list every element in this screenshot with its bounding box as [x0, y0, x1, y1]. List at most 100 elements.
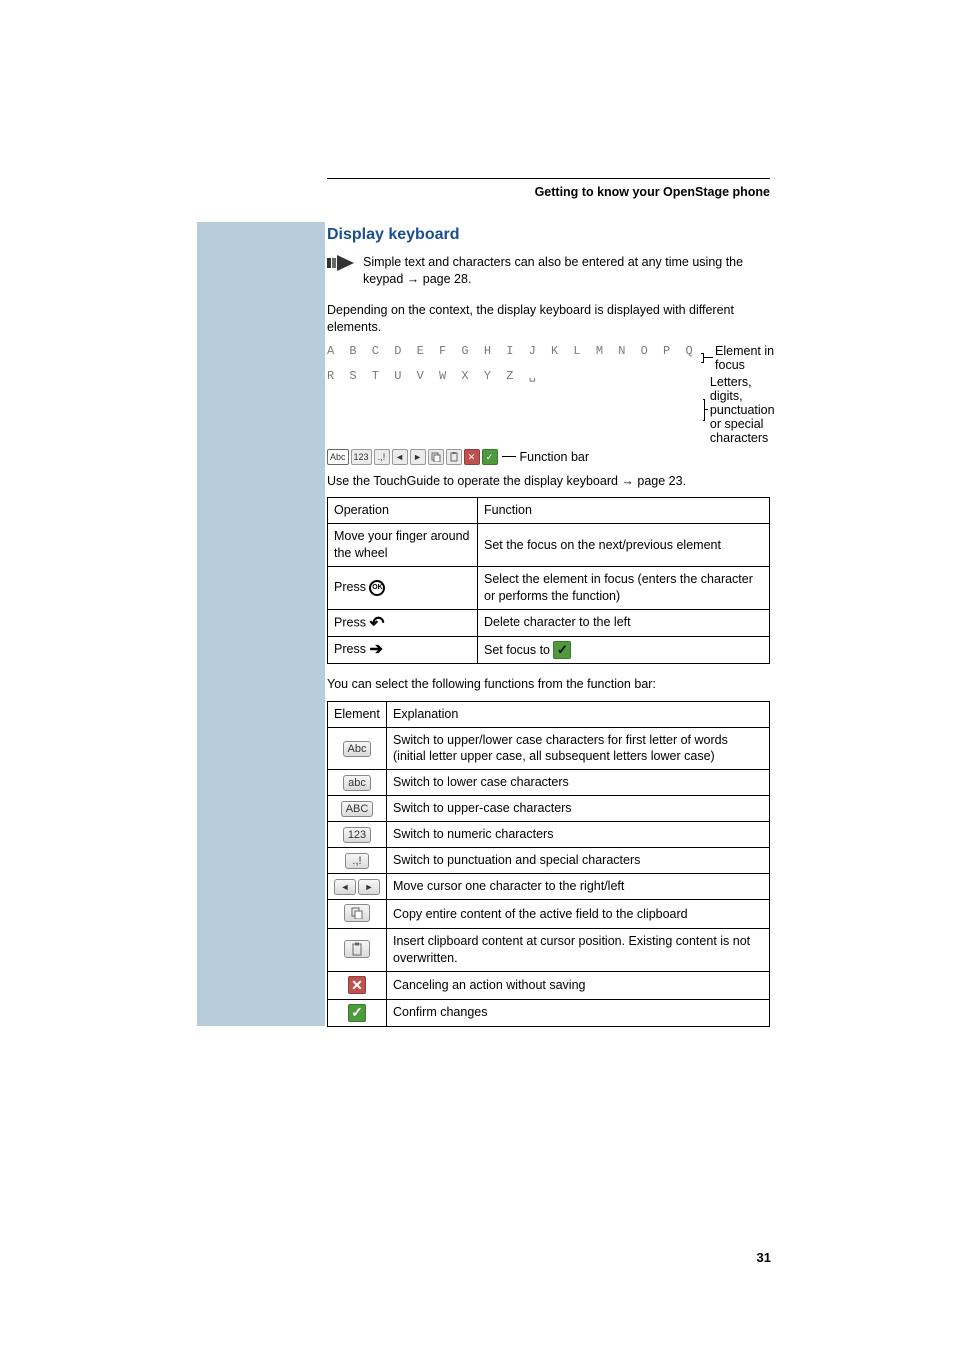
table-row: abc Switch to lower case characters: [328, 770, 770, 796]
el-copy: [328, 900, 387, 929]
ops-row3-fn: Delete character to the left: [478, 609, 770, 636]
el-123: 123: [328, 822, 387, 848]
note-xref: page 28.: [423, 272, 472, 286]
el-punct: .,!: [328, 848, 387, 874]
table-row: ABC Switch to upper-case characters: [328, 796, 770, 822]
left-accent-bar: [197, 222, 325, 1026]
elems-header-explanation: Explanation: [387, 701, 770, 727]
annotation-letters: Letters, digits, punctuation or special …: [710, 375, 785, 445]
funcbar-paste-icon: [446, 449, 462, 465]
ops-header-function: Function: [478, 498, 770, 524]
el-paste: [328, 929, 387, 972]
body-text-touchguide-b: page 23.: [637, 474, 686, 488]
el-confirm: ✓: [328, 999, 387, 1026]
key-abc-mixed-icon: Abc: [343, 741, 372, 757]
el-123-desc: Switch to numeric characters: [387, 822, 770, 848]
el-punct-desc: Switch to punctuation and special charac…: [387, 848, 770, 874]
el-abc-mixed-desc: Switch to upper/lower case characters fo…: [387, 727, 770, 770]
table-row: .,! Switch to punctuation and special ch…: [328, 848, 770, 874]
el-abc-mixed: Abc: [328, 727, 387, 770]
ops-row2-fn: Select the element in focus (enters the …: [478, 567, 770, 610]
back-arrow-icon: ↶: [369, 614, 384, 632]
body-text-touchguide: Use the TouchGuide to operate the displa…: [327, 473, 770, 490]
table-row: Element Explanation: [328, 701, 770, 727]
page-number: 31: [757, 1250, 771, 1265]
note-icon: [327, 254, 355, 277]
annotation-funcbar: Function bar: [520, 450, 589, 464]
funcbar-cancel-icon: ✕: [464, 449, 480, 465]
note-text-main: Simple text and characters can also be e…: [363, 255, 743, 286]
kb-letters-row-2: R S T U V W X Y Z ␣: [327, 368, 540, 383]
forward-arrow-icon: ➔: [369, 642, 382, 658]
ops-row1-op: Move your finger around the wheel: [328, 524, 478, 567]
note-block: Simple text and characters can also be e…: [327, 254, 770, 288]
table-row: Move your finger around the wheel Set th…: [328, 524, 770, 567]
note-text: Simple text and characters can also be e…: [363, 254, 770, 288]
table-row: Insert clipboard content at cursor posit…: [328, 929, 770, 972]
ops-row4-label: Press: [334, 642, 369, 656]
el-arrows-desc: Move cursor one character to the right/l…: [387, 874, 770, 900]
key-abc-lower-icon: abc: [343, 775, 371, 791]
table-row: Press OK Select the element in focus (en…: [328, 567, 770, 610]
key-confirm-icon: ✓: [348, 1004, 366, 1022]
table-row: 123 Switch to numeric characters: [328, 822, 770, 848]
el-abc-lower-desc: Switch to lower case characters: [387, 770, 770, 796]
key-paste-icon: [344, 940, 370, 958]
key-left-arrow-icon: ◄: [334, 879, 356, 895]
el-abc-upper-desc: Switch to upper-case characters: [387, 796, 770, 822]
funcbar-right-icon: ►: [410, 449, 426, 465]
table-row: Operation Function: [328, 498, 770, 524]
el-cancel-desc: Canceling an action without saving: [387, 972, 770, 999]
body-text-touchguide-a: Use the TouchGuide to operate the displa…: [327, 474, 621, 488]
ops-row3-label: Press: [334, 615, 369, 629]
display-keyboard-diagram: A B C D E F G H I J K L M N O P Q R S T …: [327, 344, 770, 465]
el-arrows: ◄ ►: [328, 874, 387, 900]
ops-row1-fn: Set the focus on the next/previous eleme…: [478, 524, 770, 567]
body-text-funcbar-select: You can select the following functions f…: [327, 676, 770, 693]
xref-arrow-2: →: [621, 474, 634, 488]
ops-row4-fn: Set focus to ✓: [478, 636, 770, 663]
section-title: Display keyboard: [327, 226, 770, 244]
el-copy-desc: Copy entire content of the active field …: [387, 900, 770, 929]
funcbar-punct-icon: .,!: [374, 449, 390, 465]
el-cancel: ✕: [328, 972, 387, 999]
page-content: Display keyboard Simple text and charact…: [327, 178, 770, 1027]
ops-row2-op: Press OK: [328, 567, 478, 610]
annotation-focus: Element in focus: [715, 344, 785, 372]
funcbar-copy-icon: [428, 449, 444, 465]
funcbar-left-icon: ◄: [392, 449, 408, 465]
table-row: ✕ Canceling an action without saving: [328, 972, 770, 999]
table-row: Press ↶ Delete character to the left: [328, 609, 770, 636]
elements-table: Element Explanation Abc Switch to upper/…: [327, 701, 770, 1027]
table-row: Copy entire content of the active field …: [328, 900, 770, 929]
table-row: ◄ ► Move cursor one character to the rig…: [328, 874, 770, 900]
key-punct-icon: .,!: [345, 853, 369, 869]
key-123-icon: 123: [343, 827, 371, 843]
confirm-check-icon: ✓: [553, 641, 571, 659]
table-row: ✓ Confirm changes: [328, 999, 770, 1026]
xref-arrow: →: [407, 272, 420, 286]
elems-header-element: Element: [328, 701, 387, 727]
function-bar-diagram: Abc 123 .,! ◄ ► ✕ ✓: [327, 449, 498, 465]
ok-button-icon: OK: [369, 580, 385, 596]
operations-table: Operation Function Move your finger arou…: [327, 497, 770, 663]
el-abc-lower: abc: [328, 770, 387, 796]
funcbar-confirm-icon: ✓: [482, 449, 498, 465]
body-text-context: Depending on the context, the display ke…: [327, 302, 770, 336]
key-cancel-icon: ✕: [348, 976, 366, 994]
ops-row2-label: Press: [334, 580, 369, 594]
ops-row4-fn-text: Set focus to: [484, 643, 553, 657]
table-row: Abc Switch to upper/lower case character…: [328, 727, 770, 770]
ops-header-operation: Operation: [328, 498, 478, 524]
ops-row3-op: Press ↶: [328, 609, 478, 636]
key-copy-icon: [344, 904, 370, 922]
el-confirm-desc: Confirm changes: [387, 999, 770, 1026]
table-row: Press ➔ Set focus to ✓: [328, 636, 770, 663]
funcbar-123-icon: 123: [351, 449, 372, 465]
funcbar-abc-icon: Abc: [327, 449, 349, 465]
key-right-arrow-icon: ►: [358, 879, 380, 895]
el-abc-upper: ABC: [328, 796, 387, 822]
key-abc-upper-icon: ABC: [341, 801, 374, 817]
ops-row4-op: Press ➔: [328, 636, 478, 663]
kb-letters-row-1: A B C D E F G H I J K L M N O P Q: [327, 344, 697, 358]
